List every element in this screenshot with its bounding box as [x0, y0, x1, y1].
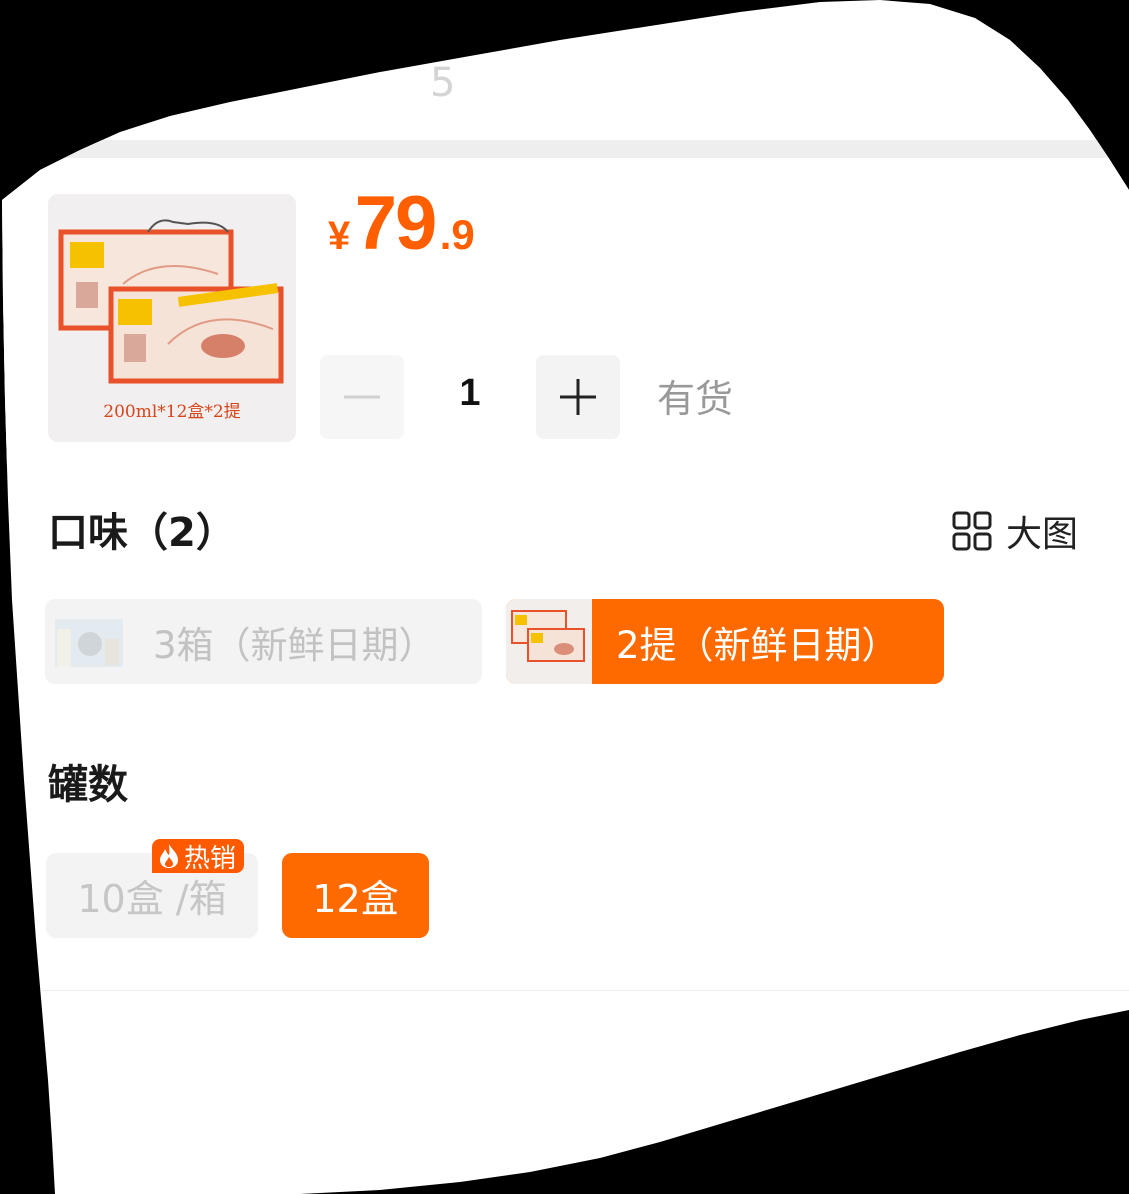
count-option-label: 12盒 [312, 877, 399, 921]
flame-icon [160, 844, 178, 868]
section-divider [40, 990, 1129, 991]
hot-sale-label: 热销 [184, 843, 237, 874]
decrease-quantity-button[interactable] [320, 355, 404, 439]
flavor-option-label: 2提（新鲜日期） [616, 623, 899, 667]
hot-sale-badge: 热销 [152, 839, 245, 874]
count-option-label: 10盒 /箱 [77, 877, 227, 921]
grid-view-icon [952, 511, 992, 551]
flavor-option-label: 3箱（新鲜日期） [153, 623, 436, 667]
large-image-label: 大图 [1006, 514, 1079, 555]
milk-box-illustration [511, 610, 585, 662]
stock-status: 有货 [657, 377, 734, 421]
price-decimal: .9 [439, 211, 475, 258]
flavor-option-thumbnail [45, 599, 131, 684]
minus-icon [344, 395, 380, 399]
product-box-illustration [58, 219, 284, 384]
quantity-value[interactable]: 1 [430, 372, 510, 415]
flavor-option-2-packs[interactable]: 2提（新鲜日期） [506, 599, 944, 684]
price-currency: ¥ [328, 214, 351, 258]
product-thumbnail[interactable]: 200ml*12盒*2提 [48, 194, 296, 442]
plus-icon [560, 379, 596, 415]
product-sku-sheet: 5 200ml*12盒*2提 ¥ 79 .9 1 有货 口味（2） 大图 3箱（… [2, 0, 1129, 1194]
background-text: 5 [430, 60, 456, 106]
increase-quantity-button[interactable] [536, 355, 620, 439]
thumbnail-caption: 200ml*12盒*2提 [103, 402, 241, 422]
price-integer: 79 [354, 181, 438, 266]
price: ¥ 79 .9 [328, 180, 475, 267]
flavor-option-thumbnail [506, 599, 592, 684]
flavor-section-title: 口味（2） [48, 510, 236, 556]
milk-box-illustration [55, 619, 123, 667]
top-divider-band [2, 140, 1129, 158]
count-section-title: 罐数 [48, 762, 128, 808]
count-option-12-boxes[interactable]: 12盒 [282, 853, 429, 938]
flavor-option-3-boxes[interactable]: 3箱（新鲜日期） [45, 599, 482, 684]
large-image-toggle[interactable]: 大图 [952, 505, 1078, 557]
